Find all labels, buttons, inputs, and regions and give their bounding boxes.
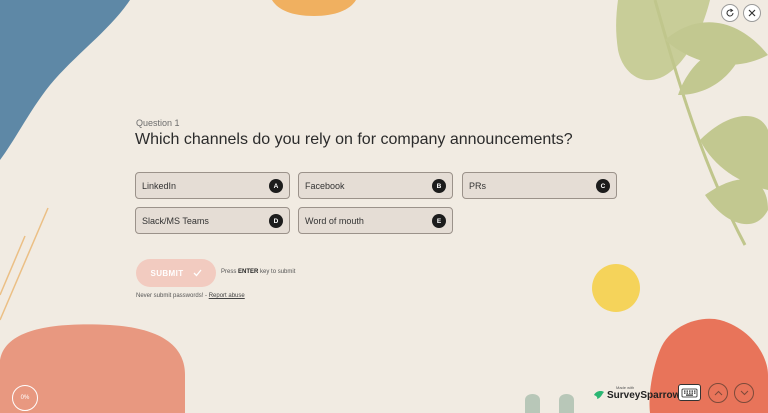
chevron-down-icon: [740, 390, 748, 396]
progress-label: 0%: [20, 395, 30, 401]
option-slack-ms-teams[interactable]: Slack/MS Teams D: [135, 207, 290, 234]
close-button[interactable]: [743, 4, 761, 22]
option-label: LinkedIn: [142, 180, 177, 191]
option-prs[interactable]: PRs C: [462, 172, 617, 199]
close-icon: [748, 9, 756, 17]
option-key-badge: C: [596, 179, 610, 193]
submit-hint: Press ENTER key to submit: [221, 269, 296, 275]
keyboard-icon: [681, 388, 698, 397]
option-label: Slack/MS Teams: [142, 215, 209, 226]
password-warning: Never submit passwords! - Report abuse: [136, 293, 245, 299]
question-number: Question 1: [136, 118, 180, 128]
option-facebook[interactable]: Facebook B: [298, 172, 453, 199]
report-abuse-link[interactable]: Report abuse: [209, 293, 245, 299]
option-key-badge: D: [269, 214, 283, 228]
brand-name: SurveySparrow: [607, 390, 681, 401]
progress-indicator: 0%: [12, 385, 38, 411]
option-label: Facebook: [305, 180, 345, 191]
option-key-badge: B: [432, 179, 446, 193]
sparrow-logo-icon: [594, 391, 604, 399]
question-title: Which channels do you rely on for compan…: [135, 131, 573, 148]
refresh-icon: [726, 8, 734, 17]
option-key-badge: E: [432, 214, 446, 228]
check-icon: [193, 269, 202, 277]
submit-label: SUBMIT: [150, 268, 184, 278]
refresh-button[interactable]: [721, 4, 739, 22]
option-label: PRs: [469, 180, 487, 191]
keyboard-shortcuts-button[interactable]: [678, 384, 701, 401]
option-word-of-mouth[interactable]: Word of mouth E: [298, 207, 453, 234]
next-question-button[interactable]: [734, 383, 754, 403]
option-label: Word of mouth: [305, 215, 364, 226]
option-linkedin[interactable]: LinkedIn A: [135, 172, 290, 199]
previous-question-button[interactable]: [708, 383, 728, 403]
option-key-badge: A: [269, 179, 283, 193]
submit-button[interactable]: SUBMIT: [136, 259, 216, 287]
chevron-up-icon: [714, 390, 722, 396]
